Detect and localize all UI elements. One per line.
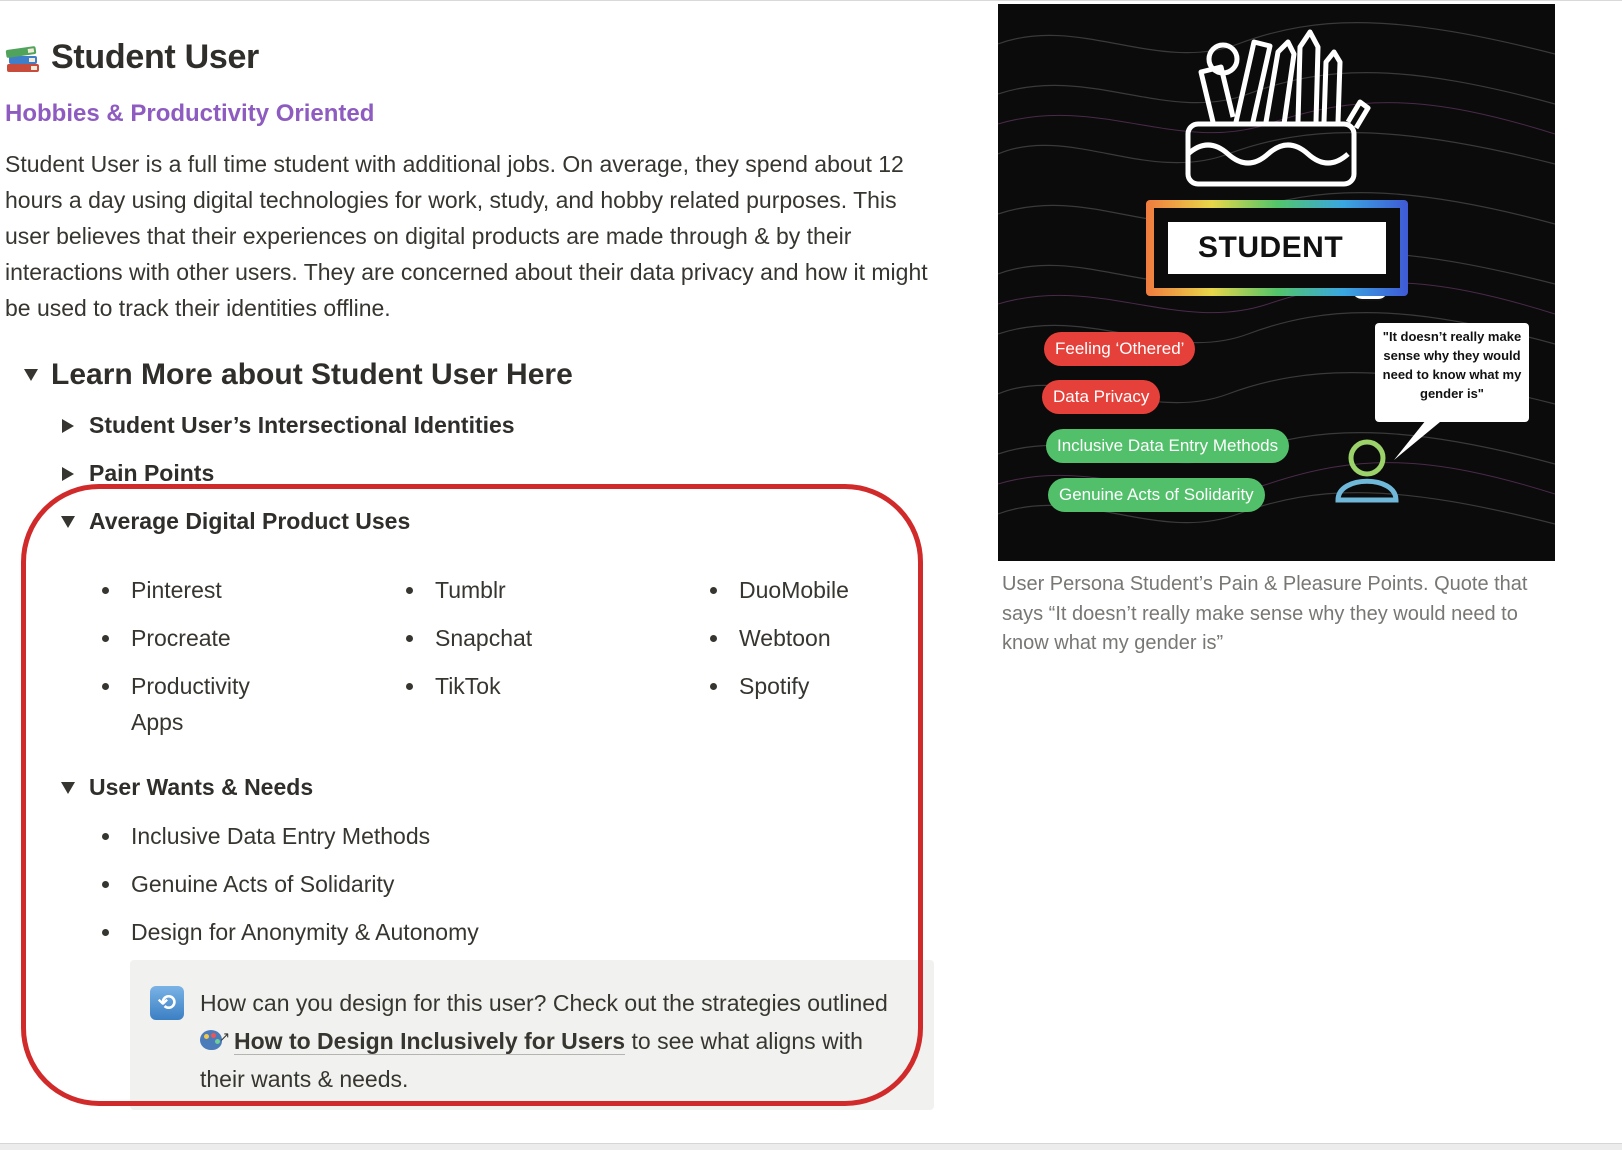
toggle-label: User Wants & Needs	[89, 774, 314, 800]
bullet-icon	[102, 683, 109, 690]
repeat-icon: ⟲	[150, 986, 184, 1020]
page-title: Student User	[51, 38, 259, 76]
toggle-collapsed-icon[interactable]	[57, 466, 79, 481]
toggle-learn-more[interactable]: Learn More about Student User Here	[15, 358, 573, 392]
bullet-icon	[406, 635, 413, 642]
bullet-icon	[710, 635, 717, 642]
list-item: Webtoon	[710, 620, 831, 656]
pill-feeling-othered: Feeling ‘Othered’	[1044, 332, 1196, 366]
list-item-text: Pinterest	[131, 577, 222, 603]
list-item: Procreate	[102, 620, 231, 656]
bullet-icon	[710, 587, 717, 594]
palette-link-icon[interactable]: ↗	[200, 1029, 230, 1052]
bullet-icon	[102, 929, 109, 936]
toggle-user-wants-needs[interactable]: User Wants & Needs	[57, 774, 313, 801]
callout: ⟲ How can you design for this user? Chec…	[130, 960, 934, 1110]
toggle-expanded-icon[interactable]	[57, 781, 79, 794]
page-title-row: Student User	[5, 38, 259, 77]
pill-genuine-acts: Genuine Acts of Solidarity	[1048, 478, 1265, 512]
list-item: Pinterest	[102, 572, 222, 608]
list-item: Design for Anonymity & Autonomy	[102, 914, 479, 950]
list-item-text: Spotify	[739, 673, 810, 699]
bullet-icon	[406, 683, 413, 690]
list-item-text: Tumblr	[435, 577, 506, 603]
books-icon	[5, 40, 41, 76]
image-caption: User Persona Student’s Pain & Pleasure P…	[1002, 573, 1528, 654]
toggle-label: Student User’s Intersectional Identities	[89, 412, 515, 438]
poster-quote-bubble: "It doesn’t really make sense why they w…	[1375, 323, 1529, 422]
callout-text-before: How can you design for this user? Check …	[200, 990, 888, 1016]
callout-text: How can you design for this user? Check …	[200, 984, 900, 1098]
toggle-expanded-icon[interactable]	[57, 515, 79, 528]
pill-inclusive-data-entry: Inclusive Data Entry Methods	[1046, 429, 1290, 463]
list-item-text: DuoMobile	[739, 577, 849, 603]
poster-student-label: STUDENT	[1168, 222, 1386, 274]
bullet-icon	[406, 587, 413, 594]
toggle-learn-more-label: Learn More about Student User Here	[51, 358, 573, 391]
list-item: Snapchat	[406, 620, 532, 656]
list-item-text: Genuine Acts of Solidarity	[131, 871, 395, 897]
toggle-collapsed-icon[interactable]	[57, 418, 79, 433]
list-item-text: Productivity Apps	[131, 673, 250, 735]
toggle-expanded-icon[interactable]	[15, 369, 47, 381]
bullet-icon	[102, 881, 109, 888]
list-item: Productivity Apps	[102, 668, 272, 740]
toggle-pain-points[interactable]: Pain Points	[57, 460, 214, 487]
list-item: TikTok	[406, 668, 501, 704]
poster-student-frame: STUDENT	[1146, 200, 1408, 296]
list-item-text: Procreate	[131, 625, 231, 651]
list-item-text: Snapchat	[435, 625, 533, 651]
list-item: Genuine Acts of Solidarity	[102, 866, 394, 902]
list-item: Inclusive Data Entry Methods	[102, 818, 430, 854]
page-description: Student User is a full time student with…	[5, 151, 928, 321]
pill-data-privacy: Data Privacy	[1042, 380, 1161, 414]
design-inclusively-link[interactable]: How to Design Inclusively for Users	[234, 1028, 626, 1055]
bottom-divider	[0, 1143, 1622, 1150]
persona-image[interactable]: STUDENT Feeling ‘Othered’ Data Privacy I…	[998, 4, 1555, 561]
bullet-icon	[102, 587, 109, 594]
toggle-intersectional-identities[interactable]: Student User’s Intersectional Identities	[57, 412, 515, 439]
bullet-icon	[102, 635, 109, 642]
toggle-label: Average Digital Product Uses	[89, 508, 411, 534]
page-subtitle: Hobbies & Productivity Oriented	[5, 100, 375, 127]
toggle-average-digital-product-uses[interactable]: Average Digital Product Uses	[57, 508, 410, 535]
list-item: DuoMobile	[710, 572, 849, 608]
list-item: Tumblr	[406, 572, 506, 608]
list-item-text: Inclusive Data Entry Methods	[131, 823, 431, 849]
bullet-icon	[102, 833, 109, 840]
bullet-icon	[710, 683, 717, 690]
list-item-text: TikTok	[435, 673, 501, 699]
list-item-text: Design for Anonymity & Autonomy	[131, 919, 479, 945]
toggle-label: Pain Points	[89, 460, 215, 486]
list-item: Spotify	[710, 668, 809, 704]
page-content: Student User Hobbies & Productivity Orie…	[5, 0, 965, 1143]
list-item-text: Webtoon	[739, 625, 831, 651]
